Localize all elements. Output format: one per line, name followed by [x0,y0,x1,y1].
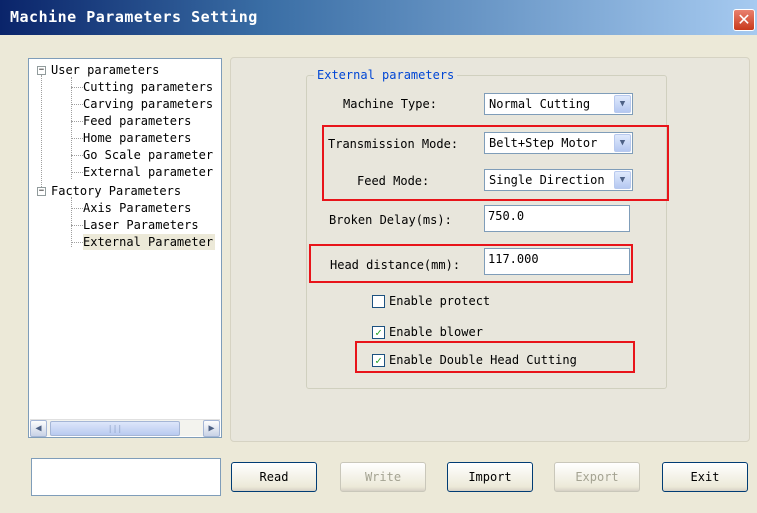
scroll-right-icon[interactable]: ▶ [203,420,220,437]
collapse-icon[interactable]: − [37,66,46,75]
enable-protect-checkbox[interactable] [372,295,385,308]
tree-branch [71,225,83,226]
tree-guide-line [71,197,72,247]
chevron-down-icon[interactable]: ▼ [614,95,631,113]
broken-delay-input[interactable]: 750.0 [484,205,630,232]
read-button[interactable]: Read [231,462,317,492]
tree-branch [71,155,83,156]
status-field [31,458,221,496]
parameter-tree[interactable]: − User parameters Cutting parameters Car… [28,58,222,438]
collapse-icon[interactable]: − [37,187,46,196]
enable-protect-label[interactable]: Enable protect [389,294,490,308]
write-button[interactable]: Write [340,462,426,492]
group-title: External parameters [314,68,458,82]
enable-blower-checkbox[interactable]: ✓ [372,326,385,339]
import-button[interactable]: Import [447,462,533,492]
tree-branch [71,242,83,243]
tree-branch [71,121,83,122]
tree-node-axis-parameters[interactable]: Axis Parameters [83,200,191,216]
machine-type-label: Machine Type: [343,97,437,111]
scroll-left-icon[interactable]: ◀ [30,420,47,437]
machine-type-select[interactable]: Normal Cutting ▼ [484,93,633,115]
export-button[interactable]: Export [554,462,640,492]
tree-node-external-parameter[interactable]: External parameter [83,164,213,180]
close-button[interactable]: ✕ [733,9,755,31]
tree-branch [71,208,83,209]
title-bar: Machine Parameters Setting ✕ [0,0,757,35]
tree-node-feed-parameters[interactable]: Feed parameters [83,113,191,129]
tree-node-home-parameters[interactable]: Home parameters [83,130,191,146]
close-icon: ✕ [737,10,751,29]
scroll-thumb[interactable]: ||| [50,421,180,436]
exit-button[interactable]: Exit [662,462,748,492]
highlight-box [355,341,635,373]
broken-delay-label: Broken Delay(ms): [329,213,452,227]
tree-branch [71,172,83,173]
horizontal-scrollbar[interactable]: ◀ ||| ▶ [30,419,220,437]
tree-branch [71,87,83,88]
tree-guide-line [71,77,72,179]
window-title: Machine Parameters Setting [10,8,258,26]
tree-branch [71,104,83,105]
tree-branch [71,138,83,139]
checkmark-icon: ✓ [375,326,382,339]
machine-type-value: Normal Cutting [489,97,591,111]
tree-node-user-parameters[interactable]: User parameters [51,62,159,78]
tree-node-go-scale-parameter[interactable]: Go Scale parameter [83,147,213,163]
tree-node-cutting-parameters[interactable]: Cutting parameters [83,79,213,95]
tree-node-factory-parameters[interactable]: Factory Parameters [51,183,181,199]
enable-blower-label[interactable]: Enable blower [389,325,483,339]
tree-node-external-parameter-selected[interactable]: External Parameter [83,234,216,250]
tree-node-laser-parameters[interactable]: Laser Parameters [83,217,199,233]
highlight-box [309,244,633,283]
tree-node-carving-parameters[interactable]: Carving parameters [83,96,213,112]
highlight-box [322,125,669,201]
tree-guide-line [41,75,42,187]
